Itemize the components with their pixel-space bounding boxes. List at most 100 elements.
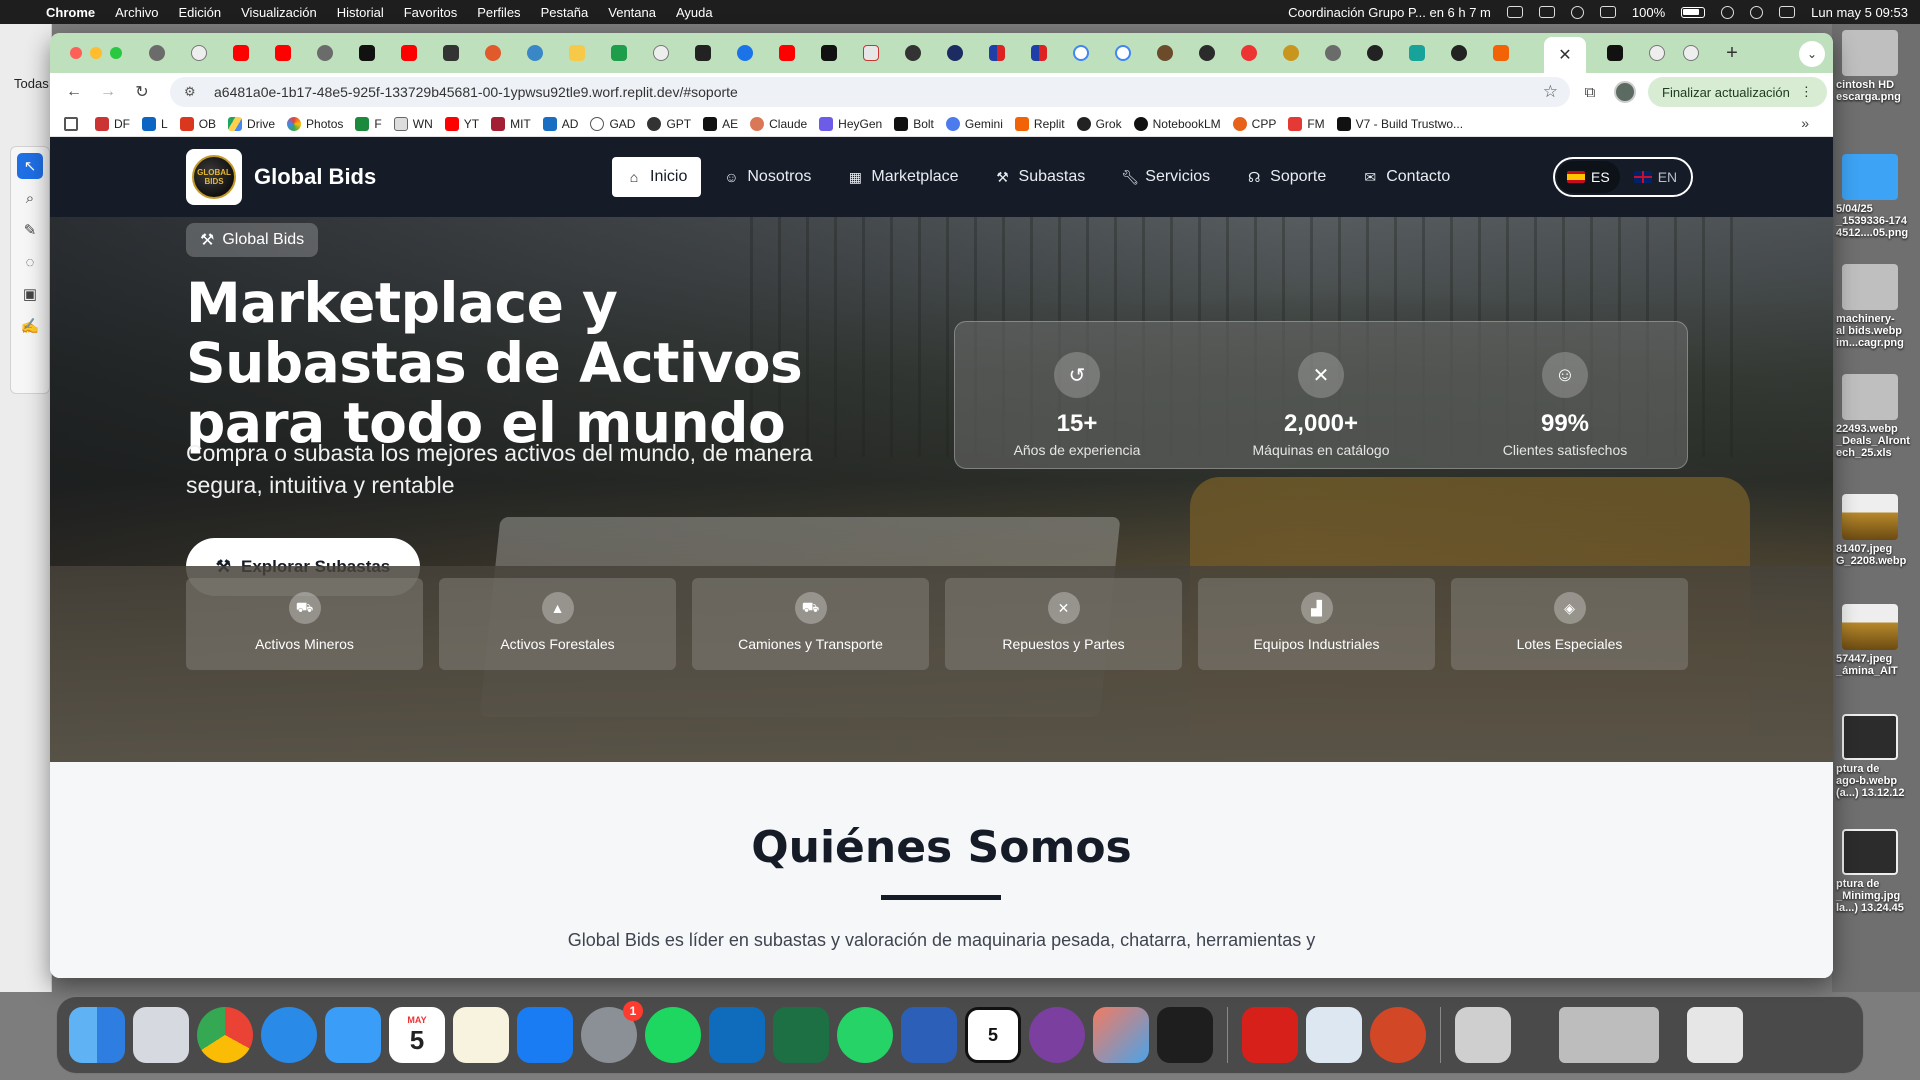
menubar-clock[interactable]: Lun may 5 09:53 [1811, 5, 1908, 20]
tab-b[interactable] [808, 33, 850, 73]
brand-link[interactable]: GLOBAL BIDS Global Bids [186, 149, 376, 205]
desktop-item-disk[interactable]: cintosh HD escarga.png [1836, 30, 1920, 103]
bookmark-fm[interactable]: FM [1288, 116, 1325, 131]
spotlight-search-icon[interactable] [1750, 5, 1764, 19]
lasso-tool-icon[interactable]: ◌ [17, 249, 43, 275]
text-select-tool-icon[interactable]: ▣ [17, 281, 43, 307]
tab-openai[interactable] [178, 33, 220, 73]
bookmark-notebooklm[interactable]: NotebookLM [1133, 116, 1221, 131]
tab-dark-2[interactable] [1438, 33, 1480, 73]
desktop-item-screenshot-1[interactable]: ptura de ago-b.webp (a...) 13.12.12 [1836, 714, 1920, 799]
category-lotes[interactable]: ◈ Lotes Especiales [1451, 578, 1688, 670]
tab-z[interactable] [850, 33, 892, 73]
category-mineros[interactable]: ⛟ Activos Mineros [186, 578, 423, 670]
tab-openai-2[interactable] [640, 33, 682, 73]
bookmark-v7[interactable]: V7 - Build Trustwo... [1336, 116, 1463, 131]
lang-es-button[interactable]: ES [1557, 161, 1620, 193]
zoom-window-button[interactable] [110, 47, 122, 59]
tab-google-2[interactable] [1102, 33, 1144, 73]
mail-icon[interactable] [325, 1007, 381, 1063]
extensions-puzzle-icon[interactable]: ⧉ [1578, 80, 1602, 104]
safari-icon[interactable] [261, 1007, 317, 1063]
nav-subastas[interactable]: ⚒ Subastas [981, 157, 1100, 197]
tab-gold[interactable] [1270, 33, 1312, 73]
category-camiones[interactable]: ⛟ Camiones y Transporte [692, 578, 929, 670]
tab-google-1[interactable] [1060, 33, 1102, 73]
new-tab-button[interactable]: + [1720, 41, 1744, 65]
sign-tool-icon[interactable]: ✍ [17, 313, 43, 339]
finish-update-button[interactable]: Finalizar actualización ⋮ [1648, 77, 1827, 107]
bookmark-mit[interactable]: MIT [491, 116, 531, 131]
url-text[interactable]: a6481a0e-1b17-48e5-925f-133729b45681-00-… [214, 84, 738, 100]
bookmark-gemini[interactable]: Gemini [945, 116, 1003, 131]
tab-cloud[interactable] [514, 33, 556, 73]
menu-historial[interactable]: Historial [337, 5, 384, 20]
volume-icon[interactable] [1599, 6, 1616, 18]
outlook-icon[interactable] [709, 1007, 765, 1063]
preview-icon[interactable] [1306, 1007, 1362, 1063]
menu-ventana[interactable]: Ventana [608, 5, 656, 20]
desktop-item-truck-jpeg-2[interactable]: 57447.jpeg _ámina_AIT [1836, 604, 1920, 677]
menu-chrome[interactable]: Chrome [46, 5, 95, 20]
bookmark-df[interactable]: DF [95, 116, 130, 131]
nav-soporte[interactable]: ☊ Soporte [1232, 157, 1340, 197]
tab-p[interactable] [934, 33, 976, 73]
recent-window-thumbnail[interactable] [1455, 1007, 1511, 1063]
whatsapp-icon[interactable] [837, 1007, 893, 1063]
bookmark-photos[interactable]: Photos [287, 116, 343, 131]
tab-search-chevron-icon[interactable]: ⌄ [1799, 41, 1825, 67]
tab-openai-4[interactable] [1670, 33, 1712, 73]
bookmark-grok[interactable]: Grok [1076, 116, 1122, 131]
tab-grid[interactable] [682, 33, 724, 73]
tab-chatgpt-2[interactable] [304, 33, 346, 73]
bookmark-star-icon[interactable]: ☆ [1543, 82, 1558, 102]
calendar-icon[interactable]: MAY 5 [389, 1007, 445, 1063]
sketch-tool-icon[interactable]: ✎ [17, 217, 43, 243]
nav-nosotros[interactable]: ☺ Nosotros [709, 157, 825, 197]
tab-replit[interactable] [1480, 33, 1522, 73]
bookmark-heygen[interactable]: HeyGen [819, 116, 882, 131]
menu-pestana[interactable]: Pestaña [541, 5, 589, 20]
pointer-tool-icon[interactable]: ↖ [17, 153, 43, 179]
nav-contacto[interactable]: ✉ Contacto [1348, 157, 1464, 197]
desktop-item-screenshot-2[interactable]: ptura de _Minimg.jpg la...) 13.24.45 [1836, 829, 1920, 914]
system-settings-icon[interactable]: 1 [581, 1001, 643, 1063]
tab-sheets[interactable] [598, 33, 640, 73]
bookmark-replit[interactable]: Replit [1014, 116, 1065, 131]
bookmark-ad[interactable]: AD [542, 116, 578, 131]
bookmark-bolt[interactable]: Bolt [894, 116, 934, 131]
bookmarks-overflow-icon[interactable]: » [1801, 115, 1809, 131]
launchpad-icon[interactable] [133, 1007, 189, 1063]
zoom-tool-icon[interactable]: ⌕ [17, 185, 43, 211]
menu-perfiles[interactable]: Perfiles [477, 5, 520, 20]
bookmark-linkedin[interactable]: L [142, 116, 168, 131]
chrome-icon[interactable] [197, 1007, 253, 1063]
bookmark-wn[interactable]: WN [393, 116, 433, 131]
keynote-icon[interactable] [517, 1007, 573, 1063]
desktop-item-webp[interactable]: 22493.webp _Deals_Alront ech_25.xls [1836, 374, 1920, 459]
bookmark-cpp[interactable]: CPP [1232, 116, 1276, 131]
profile-avatar[interactable] [1614, 81, 1636, 103]
tab-brown[interactable] [1144, 33, 1186, 73]
menu-archivo[interactable]: Archivo [115, 5, 158, 20]
minimize-window-button[interactable] [90, 47, 102, 59]
bookmark-ae[interactable]: AE [703, 116, 738, 131]
desktop-item-image[interactable]: machinery- al bids.webp im...cagr.png [1836, 264, 1920, 349]
menu-edicion[interactable]: Edición [178, 5, 221, 20]
bookmark-gad[interactable]: GAD [590, 116, 635, 131]
tab-v[interactable] [430, 33, 472, 73]
tab-dark[interactable] [1186, 33, 1228, 73]
spotify-icon[interactable] [645, 1007, 701, 1063]
tab-flag-2[interactable] [1018, 33, 1060, 73]
lang-en-button[interactable]: EN [1624, 161, 1687, 193]
category-forestales[interactable]: ▲ Activos Forestales [439, 578, 676, 670]
minimized-windows-thumbnail[interactable] [1559, 1007, 1659, 1063]
tab-flag-1[interactable] [976, 33, 1018, 73]
powerpoint-icon[interactable] [1370, 1007, 1426, 1063]
tab-edge[interactable] [724, 33, 766, 73]
tab-red-circle[interactable] [1228, 33, 1270, 73]
excel-icon[interactable] [773, 1007, 829, 1063]
menu-ayuda[interactable]: Ayuda [676, 5, 713, 20]
trash-icon[interactable] [1687, 1007, 1743, 1063]
tab-u[interactable] [346, 33, 388, 73]
